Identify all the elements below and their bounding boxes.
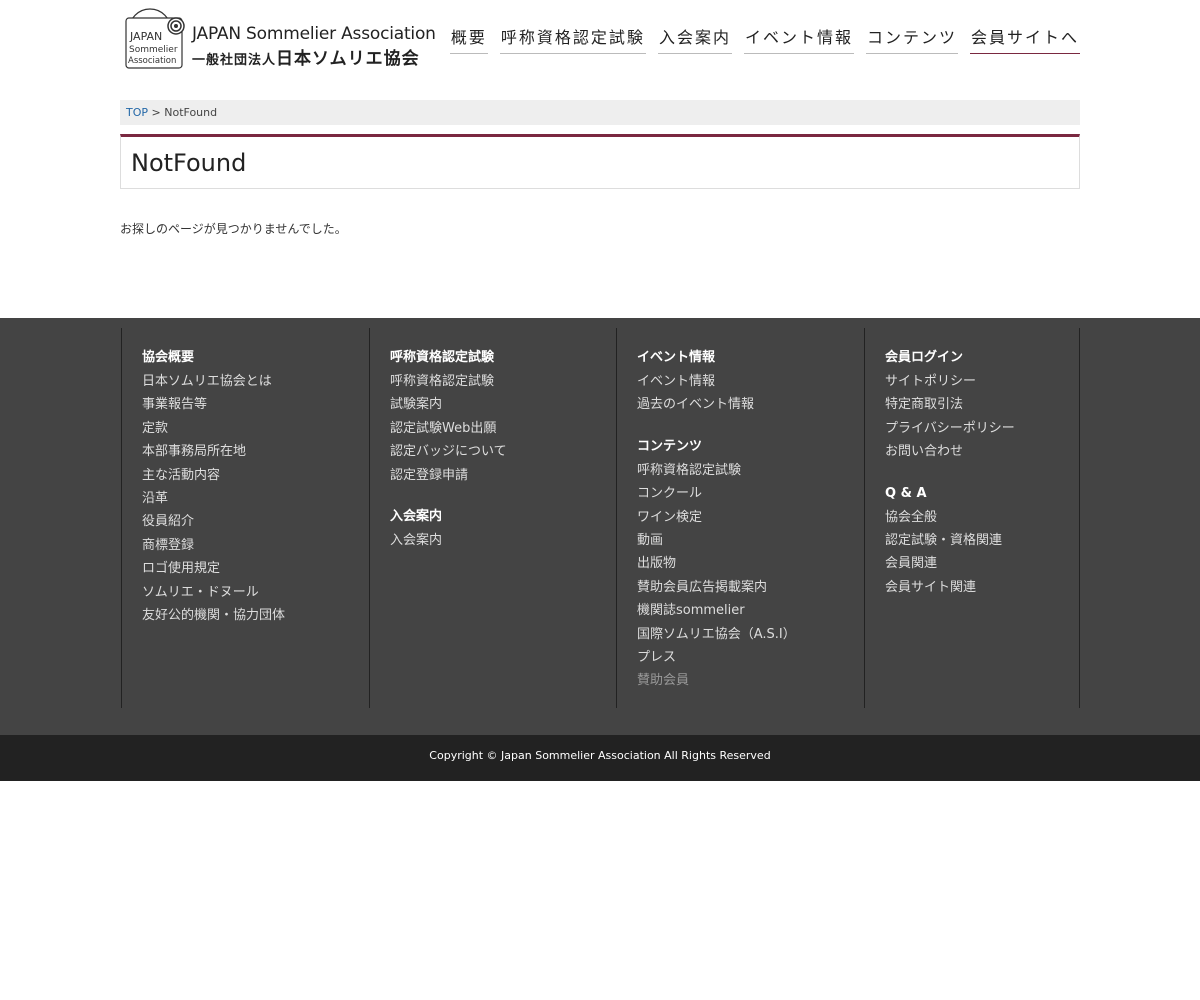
footer-link[interactable]: 会員関連: [885, 552, 1059, 575]
footer-group-gap: [390, 487, 597, 507]
copyright: Copyright © Japan Sommelier Association …: [0, 735, 1200, 781]
footer-group-gap: [637, 417, 844, 437]
logo-jp-prefix: 一般社団法人: [192, 53, 277, 68]
site-footer: 協会概要 日本ソムリエ協会とは 事業報告等 定款 本部事務局所在地 主な活動内容…: [0, 318, 1200, 735]
footer-heading-events[interactable]: イベント情報: [637, 348, 844, 368]
footer-link[interactable]: 出版物: [637, 552, 844, 575]
footer-link[interactable]: ロゴ使用規定: [142, 557, 349, 580]
footer-column-about: 協会概要 日本ソムリエ協会とは 事業報告等 定款 本部事務局所在地 主な活動内容…: [121, 328, 369, 708]
footer-group-gap: [885, 464, 1059, 484]
footer-link[interactable]: ソムリエ・ドヌール: [142, 581, 349, 604]
footer-link[interactable]: 沿革: [142, 487, 349, 510]
footer-link[interactable]: ワイン検定: [637, 506, 844, 529]
footer-heading-about[interactable]: 協会概要: [142, 348, 349, 368]
footer-link[interactable]: 呼称資格認定試験: [637, 459, 844, 482]
footer-link[interactable]: 認定試験Web出願: [390, 417, 597, 440]
footer-link[interactable]: プレス: [637, 646, 844, 669]
footer-link[interactable]: コンクール: [637, 482, 844, 505]
footer-heading-contents[interactable]: コンテンツ: [637, 437, 844, 457]
not-found-message: お探しのページが見つかりませんでした。: [120, 222, 347, 236]
footer-link[interactable]: 主な活動内容: [142, 464, 349, 487]
footer-link[interactable]: 呼称資格認定試験: [390, 370, 597, 393]
footer-link[interactable]: 役員紹介: [142, 510, 349, 533]
footer-link[interactable]: 動画: [637, 529, 844, 552]
footer-column-member: 会員ログイン サイトポリシー 特定商取引法 プライバシーポリシー お問い合わせ …: [864, 328, 1080, 708]
footer-link[interactable]: 会員サイト関連: [885, 576, 1059, 599]
breadcrumb-current: NotFound: [164, 106, 218, 119]
footer-link[interactable]: 入会案内: [390, 529, 597, 552]
footer-link[interactable]: プライバシーポリシー: [885, 417, 1059, 440]
nav-item-contents[interactable]: コンテンツ: [865, 24, 958, 54]
footer-link[interactable]: 過去のイベント情報: [637, 393, 844, 416]
footer-heading-member-login[interactable]: 会員ログイン: [885, 348, 1059, 368]
breadcrumb-home-link[interactable]: TOP: [126, 106, 148, 119]
footer-link[interactable]: 商標登録: [142, 534, 349, 557]
footer-heading-exam[interactable]: 呼称資格認定試験: [390, 348, 597, 368]
nav-item-membership[interactable]: 入会案内: [657, 24, 732, 54]
footer-link[interactable]: イベント情報: [637, 370, 844, 393]
footer-link[interactable]: 認定試験・資格関連: [885, 529, 1059, 552]
footer-link[interactable]: 日本ソムリエ協会とは: [142, 370, 349, 393]
footer-column-exam: 呼称資格認定試験 呼称資格認定試験 試験案内 認定試験Web出願 認定バッジにつ…: [369, 328, 617, 708]
footer-link[interactable]: 国際ソムリエ協会（A.S.I）: [637, 623, 844, 646]
footer-column-events: イベント情報 イベント情報 過去のイベント情報 コンテンツ 呼称資格認定試験 コ…: [616, 328, 864, 708]
footer-link[interactable]: 賛助会員: [637, 669, 844, 692]
logo-mark-line1: JAPAN: [129, 30, 162, 43]
logo-mark-line2: Sommelier: [129, 45, 178, 55]
footer-link[interactable]: 認定バッジについて: [390, 440, 597, 463]
nav-item-events[interactable]: イベント情報: [743, 24, 854, 54]
nav-item-member-site[interactable]: 会員サイトへ: [969, 24, 1080, 54]
footer-link[interactable]: サイトポリシー: [885, 370, 1059, 393]
page-title-box: NotFound: [120, 134, 1080, 189]
footer-link[interactable]: 特定商取引法: [885, 393, 1059, 416]
breadcrumb: TOP > NotFound: [120, 100, 1080, 125]
site-logo[interactable]: JAPAN Sommelier Association JAPAN Sommel…: [124, 6, 436, 72]
footer-link[interactable]: 本部事務局所在地: [142, 440, 349, 463]
footer-link[interactable]: 事業報告等: [142, 393, 349, 416]
footer-link[interactable]: 機関誌sommelier: [637, 599, 844, 622]
logo-english-name: JAPAN Sommelier Association: [192, 24, 436, 44]
footer-link[interactable]: 協会全般: [885, 506, 1059, 529]
footer-link[interactable]: 賛助会員広告掲載案内: [637, 576, 844, 599]
footer-heading-qa[interactable]: Q & A: [885, 484, 1059, 504]
breadcrumb-separator: >: [148, 106, 165, 119]
logo-mark-line3: Association: [128, 56, 176, 66]
logo-mark-icon: JAPAN Sommelier Association: [125, 8, 185, 69]
footer-link[interactable]: お問い合わせ: [885, 440, 1059, 463]
footer-link[interactable]: 試験案内: [390, 393, 597, 416]
logo-japanese-name: 一般社団法人日本ソムリエ協会: [192, 44, 420, 69]
footer-heading-membership[interactable]: 入会案内: [390, 507, 597, 527]
page-title: NotFound: [131, 149, 247, 177]
footer-link[interactable]: 認定登録申請: [390, 464, 597, 487]
footer-link[interactable]: 友好公的機関・協力団体: [142, 604, 349, 627]
nav-item-overview[interactable]: 概要: [449, 24, 488, 54]
logo-jp-name: 日本ソムリエ協会: [276, 49, 420, 69]
site-header: JAPAN Sommelier Association JAPAN Sommel…: [0, 0, 1200, 80]
nav-item-certification-exam[interactable]: 呼称資格認定試験: [499, 24, 646, 54]
main-nav: 概要 呼称資格認定試験 入会案内 イベント情報 コンテンツ 会員サイトへ: [449, 24, 1080, 54]
footer-link[interactable]: 定款: [142, 417, 349, 440]
